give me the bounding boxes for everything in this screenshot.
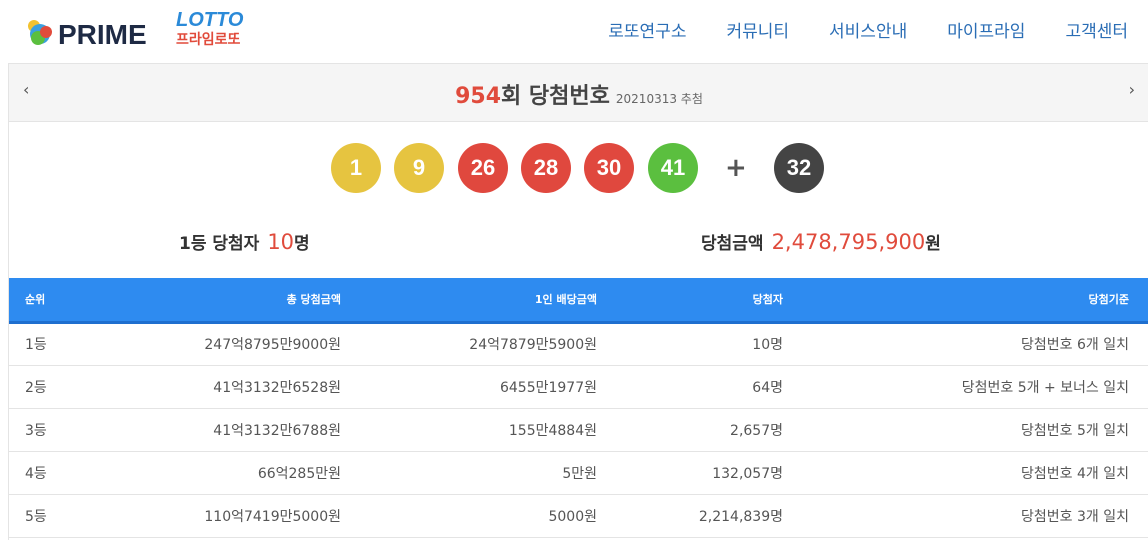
round-bar: ‹ 954회 당첨번호 20210313 추첨 › <box>9 63 1148 122</box>
cell-criteria: 당첨번호 5개 + 보너스 일치 <box>799 365 1148 409</box>
cell-winners: 2,214,839명 <box>613 494 799 538</box>
nav-community[interactable]: 커뮤니티 <box>726 17 789 42</box>
ball-3: 26 <box>458 143 508 193</box>
cell-rank: 4등 <box>9 451 87 495</box>
logo[interactable]: PRIME LOTTO 프라임로또 <box>24 10 264 54</box>
winners-unit: 명 <box>294 234 310 254</box>
cell-winners: 10명 <box>613 322 799 366</box>
header-criteria: 당첨기준 <box>799 278 1148 324</box>
ball-6: 41 <box>648 143 698 193</box>
cell-per-person: 24억7879만5900원 <box>357 322 613 366</box>
cell-per-person: 155만4884원 <box>357 408 613 452</box>
header-per-person: 1인 배당금액 <box>357 278 613 324</box>
nav-service-info[interactable]: 서비스안내 <box>829 17 907 42</box>
nav-my-prime[interactable]: 마이프라임 <box>947 17 1025 42</box>
cell-total-amount: 41억3132만6528원 <box>87 365 357 409</box>
round-number: 954 <box>455 84 502 109</box>
cell-total-amount: 66억285만원 <box>87 451 357 495</box>
draw-result-panel: ‹ 954회 당첨번호 20210313 추첨 › 1 9 26 28 30 41… <box>8 63 1148 540</box>
cell-rank: 5등 <box>9 494 87 538</box>
logo-lotto-text: LOTTO <box>176 9 244 31</box>
nav-customer-center[interactable]: 고객센터 <box>1065 17 1128 42</box>
table-row: 3등 41억3132만6788원 155만4884원 2,657명 당첨번호 5… <box>9 408 1148 452</box>
draw-date: 20210313 추첨 <box>615 92 703 106</box>
ball-2: 9 <box>394 143 444 193</box>
round-title: 954회 당첨번호 20210313 추첨 <box>9 78 1148 110</box>
main-nav: 로또연구소 커뮤니티 서비스안내 마이프라임 고객센터 <box>568 0 1128 58</box>
cell-total-amount: 41억3132만6788원 <box>87 408 357 452</box>
cell-winners: 2,657명 <box>613 408 799 452</box>
logo-prime-text: PRIME <box>58 19 147 50</box>
cell-criteria: 당첨번호 3개 일치 <box>799 494 1148 538</box>
ball-4: 28 <box>521 143 571 193</box>
first-prize-winners: 1등 당첨자 10명 <box>179 229 310 254</box>
cell-per-person: 6455만1977원 <box>357 365 613 409</box>
cell-per-person: 5000원 <box>357 494 613 538</box>
cell-winners: 64명 <box>613 365 799 409</box>
prize-table: 순위 총 당첨금액 1인 배당금액 당첨자 당첨기준 1등 247억8795만9… <box>9 278 1148 538</box>
logo-kr-text: 프라임로또 <box>176 32 241 48</box>
amount-unit: 원 <box>925 234 941 254</box>
site-header: PRIME LOTTO 프라임로또 로또연구소 커뮤니티 서비스안내 마이프라임… <box>0 0 1148 62</box>
ball-5: 30 <box>584 143 634 193</box>
header-rank: 순위 <box>9 278 87 324</box>
winning-balls: 1 9 26 28 30 41 + 32 <box>9 143 1148 195</box>
cell-winners: 132,057명 <box>613 451 799 495</box>
cell-criteria: 당첨번호 4개 일치 <box>799 451 1148 495</box>
round-suffix: 회 당첨번호 <box>501 84 610 109</box>
cell-total-amount: 110억7419만5000원 <box>87 494 357 538</box>
cell-total-amount: 247억8795만9000원 <box>87 322 357 366</box>
cell-criteria: 당첨번호 5개 일치 <box>799 408 1148 452</box>
next-round-icon[interactable]: › <box>1129 80 1135 99</box>
table-row: 2등 41억3132만6528원 6455만1977원 64명 당첨번호 5개 … <box>9 365 1148 409</box>
cell-rank: 1등 <box>9 322 87 366</box>
nav-lotto-lab[interactable]: 로또연구소 <box>608 17 686 42</box>
table-row: 5등 110억7419만5000원 5000원 2,214,839명 당첨번호 … <box>9 494 1148 538</box>
header-total-amount: 총 당첨금액 <box>87 278 357 324</box>
cell-criteria: 당첨번호 6개 일치 <box>799 322 1148 366</box>
winners-label: 1등 당첨자 <box>179 234 260 254</box>
first-prize-amount: 당첨금액 2,478,795,900원 <box>701 229 941 254</box>
table-header-row: 순위 총 당첨금액 1인 배당금액 당첨자 당첨기준 <box>9 278 1148 324</box>
amount-value: 2,478,795,900 <box>771 230 926 254</box>
winners-value: 10 <box>267 230 295 254</box>
bonus-ball: 32 <box>774 143 824 193</box>
cell-per-person: 5만원 <box>357 451 613 495</box>
ball-1: 1 <box>331 143 381 193</box>
table-row: 1등 247억8795만9000원 24억7879만5900원 10명 당첨번호… <box>9 322 1148 366</box>
plus-sign: + <box>725 153 747 183</box>
cell-rank: 3등 <box>9 408 87 452</box>
header-winners: 당첨자 <box>613 278 799 324</box>
table-row: 4등 66억285만원 5만원 132,057명 당첨번호 4개 일치 <box>9 451 1148 495</box>
amount-label: 당첨금액 <box>701 234 764 254</box>
logo-mark-icon <box>28 20 52 45</box>
cell-rank: 2등 <box>9 365 87 409</box>
